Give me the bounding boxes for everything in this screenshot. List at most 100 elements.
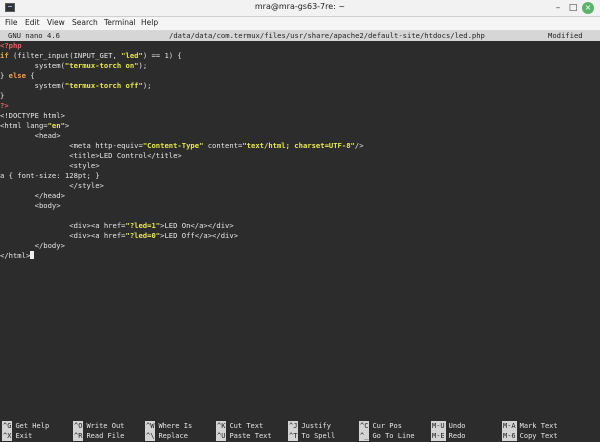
menu-bar: File Edit View Search Terminal Help [0, 17, 600, 31]
shortcut-key: M-A [502, 421, 517, 431]
nano-status: Modified [548, 31, 583, 40]
shortcut-label: Write Out [86, 422, 125, 430]
code-line: <head> [0, 131, 61, 140]
close-icon[interactable]: × [582, 2, 594, 14]
shortcut-write-out[interactable]: ^O Write Out [73, 421, 124, 431]
shortcut-get-help[interactable]: ^G Get Help [2, 421, 49, 431]
code-text: ) == 1) { [142, 51, 182, 60]
shortcut-key: ^X [2, 431, 13, 441]
shortcut-exit[interactable]: ^X Exit [2, 431, 32, 441]
shortcut-cur-pos[interactable]: ^C Cur Pos [359, 421, 402, 431]
code-text: <div><a href= [0, 231, 126, 240]
shortcut-label: To Spell [301, 432, 336, 440]
code-line: system("termux-torch on"); [0, 61, 148, 71]
shortcut-key: ^U [216, 431, 227, 441]
code-text: (filter_input(INPUT_GET, [8, 51, 122, 60]
shortcut-key: ^K [216, 421, 227, 431]
minimize-icon[interactable]: – [552, 2, 564, 14]
code-text: </html> [0, 251, 31, 260]
shortcut-label: Cur Pos [372, 422, 402, 430]
code-line: <body> [0, 201, 61, 210]
shortcut-label: Cut Text [229, 422, 264, 430]
menu-terminal[interactable]: Terminal [104, 18, 136, 27]
code-line: } [0, 91, 5, 100]
title-bar[interactable]: mra@mra-gs63-7re: ~ – □ × [0, 0, 600, 17]
shortcut-justify[interactable]: ^J Justify [288, 421, 331, 431]
shortcut-to-spell[interactable]: ^T To Spell [288, 431, 335, 441]
php-open-tag: <?php [0, 41, 22, 50]
menu-search[interactable]: Search [72, 18, 98, 27]
maximize-icon[interactable]: □ [567, 2, 579, 14]
code-text: system( [0, 81, 65, 90]
shortcut-go-to-line[interactable]: ^_ Go To Line [359, 431, 415, 441]
shortcut-label: Read File [86, 432, 125, 440]
string-literal: "?led=0" [125, 231, 161, 240]
shortcut-label: Undo [448, 422, 466, 430]
shortcut-label: Where Is [158, 422, 193, 430]
code-line: } else { [0, 71, 35, 81]
terminal-area[interactable]: GNU nano 4.6 /data/data/com.termux/files… [0, 31, 600, 442]
code-text: <div><a href= [0, 221, 126, 230]
shortcut-read-file[interactable]: ^R Read File [73, 431, 124, 441]
shortcut-redo[interactable]: M-E Redo [431, 431, 466, 441]
shortcut-key: M-E [431, 431, 446, 441]
string-literal: "Content-Type" [142, 141, 204, 150]
keyword: if [0, 51, 9, 60]
string-literal: "en" [47, 121, 65, 130]
code-text: content= [203, 141, 243, 150]
code-line: </html> [0, 251, 35, 261]
shortcut-undo[interactable]: M-U Undo [431, 421, 466, 431]
shortcut-label: Justify [301, 422, 331, 430]
shortcut-cut-text[interactable]: ^K Cut Text [216, 421, 263, 431]
shortcut-label: Copy Text [519, 432, 558, 440]
code-text: <html lang= [0, 121, 48, 130]
code-text: ); [142, 81, 152, 90]
shortcut-where-is[interactable]: ^W Where Is [145, 421, 192, 431]
shortcut-mark-text[interactable]: M-A Mark Text [502, 421, 558, 431]
code-line: </head> [0, 191, 65, 200]
nano-shortcut-bar: ^G Get Help ^O Write Out ^W Where Is ^K Cut … [0, 421, 600, 442]
nano-header: GNU nano 4.6 /data/data/com.termux/files… [0, 31, 600, 41]
code-line: </style> [0, 181, 104, 190]
shortcut-key: ^\ [145, 431, 156, 441]
code-line: <style> [0, 161, 100, 170]
shortcut-copy-text[interactable]: M-6 Copy Text [502, 431, 558, 441]
code-line: <title>LED Control</title> [0, 151, 182, 160]
shortcut-key: ^_ [359, 431, 370, 441]
code-text: { [25, 71, 35, 80]
editor-area[interactable]: <?php if (filter_input(INPUT_GET, "led")… [0, 41, 600, 421]
menu-help[interactable]: Help [141, 18, 158, 27]
string-literal: "termux-torch off" [64, 81, 143, 90]
code-line: <html lang="en"> [0, 121, 69, 131]
string-literal: "?led=1" [125, 221, 161, 230]
menu-view[interactable]: View [47, 18, 65, 27]
shortcut-replace[interactable]: ^\ Replace [145, 431, 188, 441]
shortcut-key: ^O [73, 421, 84, 431]
shortcut-key: ^R [73, 431, 84, 441]
shortcut-key: ^C [359, 421, 370, 431]
code-line: <meta http-equiv="Content-Type" content=… [0, 141, 364, 151]
code-text: } [0, 71, 9, 80]
code-text: system( [0, 61, 65, 70]
menu-edit[interactable]: Edit [25, 18, 40, 27]
shortcut-key: M-U [431, 421, 446, 431]
shortcut-paste-text[interactable]: ^U Paste Text [216, 431, 272, 441]
code-line: <div><a href="?led=0">LED Off</a></div> [0, 231, 238, 241]
shortcut-label: Paste Text [229, 432, 272, 440]
code-text: <meta http-equiv= [0, 141, 143, 150]
shortcut-key: ^T [288, 431, 299, 441]
text-cursor [30, 251, 35, 259]
string-literal: "led" [121, 51, 143, 60]
code-text: ); [138, 61, 148, 70]
code-line: if (filter_input(INPUT_GET, "led") == 1)… [0, 51, 182, 61]
code-line: <?php [0, 41, 22, 51]
code-line: a { font-size: 128pt; } [0, 171, 100, 180]
code-text: /> [354, 141, 364, 150]
code-line: <div><a href="?led=1">LED On</a></div> [0, 221, 233, 231]
nano-version: GNU nano 4.6 [8, 31, 60, 40]
shortcut-label: Replace [158, 432, 188, 440]
nano-filepath: /data/data/com.termux/files/usr/share/ap… [169, 31, 485, 40]
terminal-window: mra@mra-gs63-7re: ~ – □ × File Edit View… [0, 0, 600, 442]
shortcut-label: Get Help [15, 422, 50, 430]
menu-file[interactable]: File [5, 18, 18, 27]
